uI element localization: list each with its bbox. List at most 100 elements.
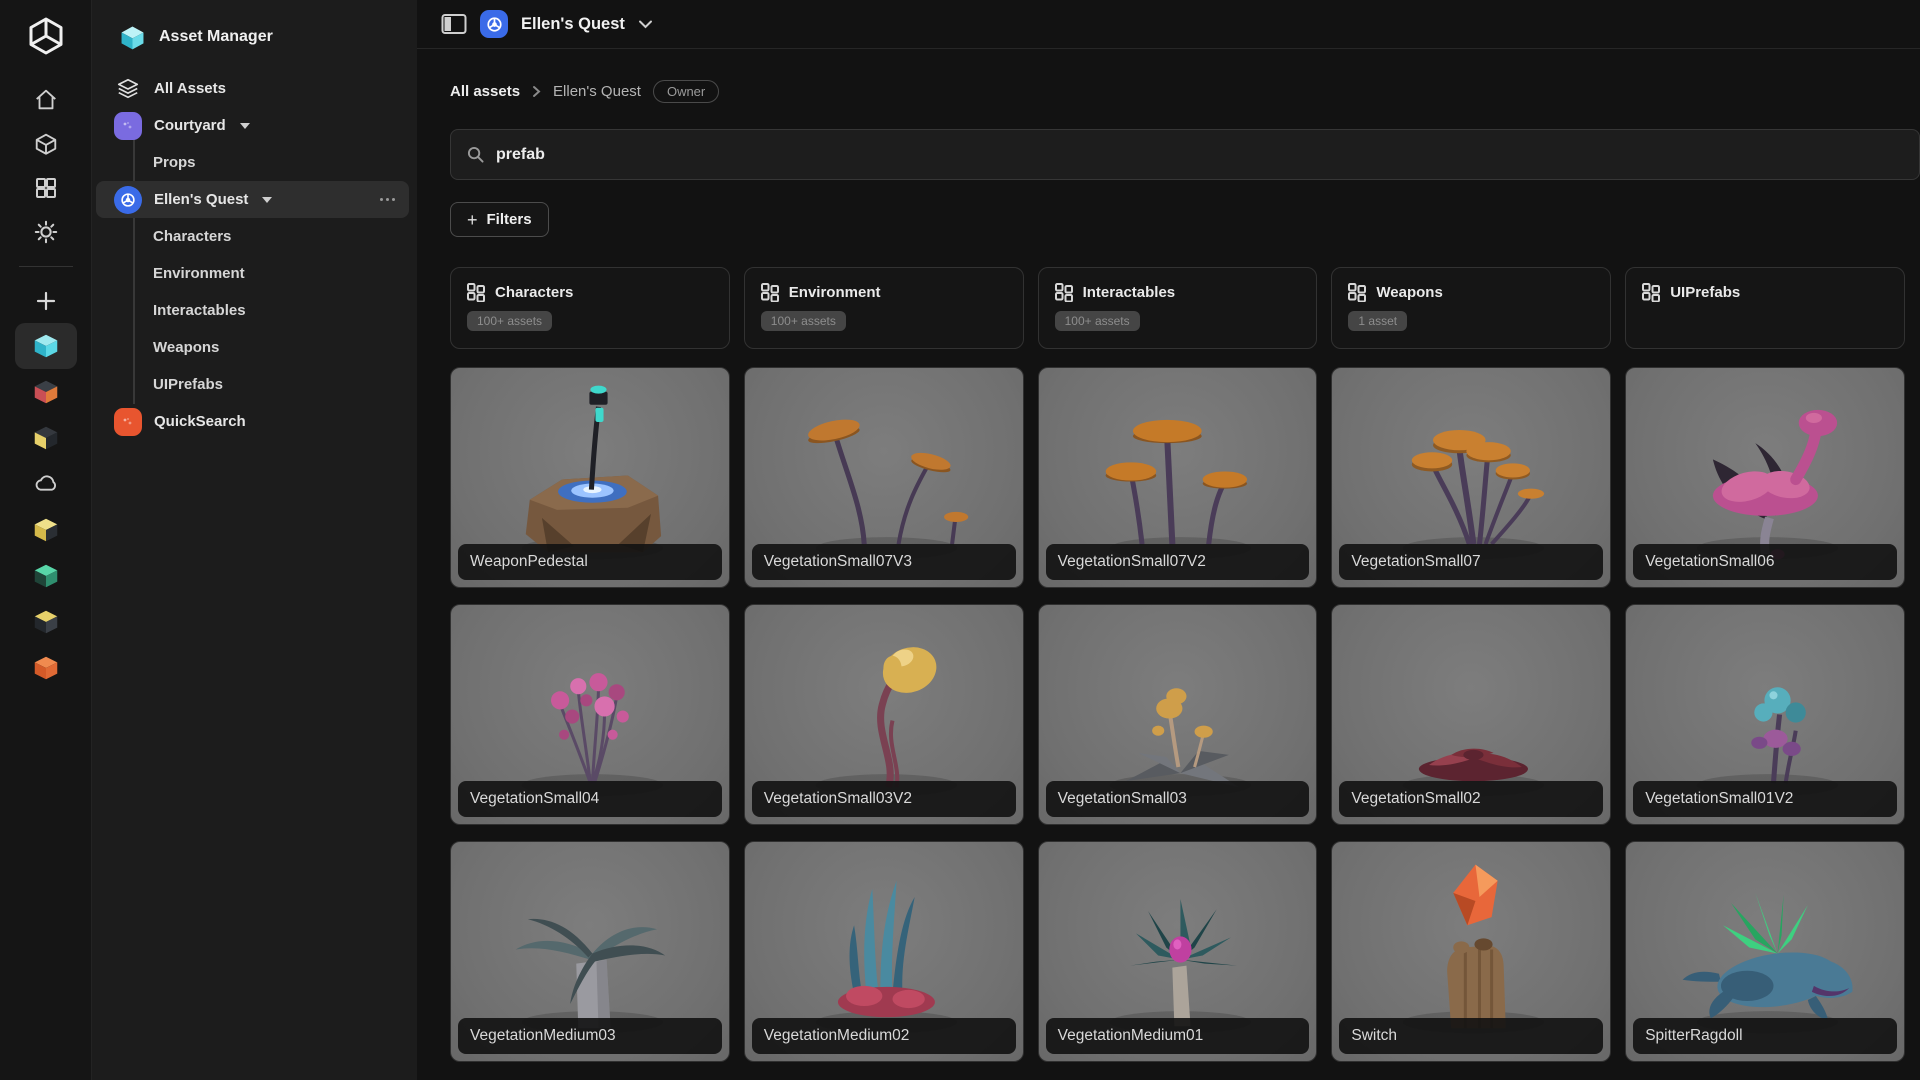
asset-name: VegetationSmall06: [1633, 544, 1897, 580]
asset-name: VegetationSmall03: [1045, 781, 1310, 817]
collection-card-environment[interactable]: Environment 100+ assets: [743, 267, 1024, 349]
project-cube-icon[interactable]: [15, 369, 77, 415]
asset-name: VegetationSmall01V2: [1633, 781, 1897, 817]
project-cube-icon[interactable]: [15, 599, 77, 645]
global-nav-rail: [0, 0, 92, 1080]
sidebar-item-label: All Assets: [154, 80, 226, 97]
sidebar-item-courtyard[interactable]: Courtyard: [92, 107, 417, 144]
filters-label: Filters: [486, 211, 532, 228]
sidebar-item-interactables[interactable]: Interactables: [92, 292, 417, 329]
collection-label: Environment: [788, 283, 881, 301]
asset-tile[interactable]: VegetationSmall03V2: [743, 604, 1024, 825]
asset-tile[interactable]: VegetationMedium03: [450, 841, 730, 1062]
breadcrumb-all-assets[interactable]: All assets: [450, 83, 520, 100]
sidebar-item-label: Courtyard: [154, 117, 226, 134]
sidebar-item-label: Characters: [153, 228, 232, 245]
search-bar: [450, 129, 1920, 180]
project-cube-icon[interactable]: [15, 415, 77, 461]
content: All assets Ellen's Quest Owner + Filters…: [417, 49, 1920, 1062]
project-avatar: [114, 111, 142, 140]
category-grid-icon: [467, 283, 485, 302]
asset-grid: WeaponPedestal VegetationSmall07V3 Veget…: [450, 367, 1905, 1062]
asset-tile[interactable]: VegetationSmall07V3: [743, 367, 1024, 588]
asset-tile[interactable]: VegetationSmall07V2: [1037, 367, 1318, 588]
sidebar-item-characters[interactable]: Characters: [92, 218, 417, 255]
sidebar-item-label: Ellen's Quest: [154, 191, 249, 208]
sidebar-item-label: Weapons: [153, 339, 220, 356]
plus-icon: +: [467, 209, 478, 230]
asset-tile[interactable]: VegetationMedium01: [1037, 841, 1318, 1062]
asset-name: SpitterRagdoll: [1633, 1018, 1897, 1054]
project-avatar: [114, 407, 142, 436]
asset-count-badge: 100+ assets: [467, 311, 553, 331]
asset-tile[interactable]: VegetationSmall07: [1331, 367, 1612, 588]
category-grid-icon: [1054, 283, 1073, 302]
dashboard-grid-icon[interactable]: [24, 168, 68, 208]
collection-card-characters[interactable]: Characters 100+ assets: [450, 267, 730, 349]
asset-manager-icon: [118, 23, 146, 51]
collection-card-weapons[interactable]: Weapons 1 asset: [1331, 267, 1612, 349]
layers-icon: [114, 75, 142, 103]
asset-name: WeaponPedestal: [458, 544, 722, 580]
asset-tile[interactable]: VegetationSmall06: [1625, 367, 1905, 588]
asset-name: VegetationSmall07V2: [1045, 544, 1310, 580]
sidebar-item-all-assets[interactable]: All Assets: [92, 70, 417, 107]
search-icon: [467, 146, 484, 163]
project-cube-icon[interactable]: [15, 553, 77, 599]
sidebar-item-label: UIPrefabs: [153, 376, 224, 393]
chevron-down-icon: [262, 196, 273, 203]
chevron-right-icon: [533, 85, 541, 97]
collection-card-row: Characters 100+ assets Environment 100+ a…: [450, 267, 1905, 349]
collapse-sidebar-icon[interactable]: [441, 13, 467, 35]
search-input[interactable]: [496, 145, 1696, 164]
sidebar-item-quicksearch[interactable]: QuickSearch: [92, 403, 417, 440]
sidebar-item-environment[interactable]: Environment: [92, 255, 417, 292]
breadcrumb: All assets Ellen's Quest Owner: [450, 79, 1920, 103]
add-project-icon[interactable]: [24, 281, 68, 321]
main-area: Ellen's Quest All assets Ellen's Quest O…: [417, 0, 1920, 1080]
project-switcher[interactable]: Ellen's Quest: [521, 15, 625, 34]
rail-project-list: [14, 323, 77, 691]
category-grid-icon: [1642, 283, 1661, 302]
category-grid-icon: [1348, 283, 1367, 302]
home-icon[interactable]: [24, 80, 68, 120]
app-title: Asset Manager: [159, 28, 273, 45]
project-cube-icon[interactable]: [15, 507, 77, 553]
collection-card-interactables[interactable]: Interactables 100+ assets: [1037, 267, 1318, 349]
rail-divider: [18, 266, 73, 267]
project-cube-icon[interactable]: [14, 323, 77, 369]
project-chip-icon[interactable]: [480, 10, 508, 38]
sidebar-item-uiprefabs[interactable]: UIPrefabs: [92, 366, 417, 403]
unity-logo-icon: [23, 14, 69, 60]
asset-name: VegetationMedium01: [1045, 1018, 1310, 1054]
asset-tile[interactable]: SpitterRagdoll: [1625, 841, 1905, 1062]
sidebar-item-props[interactable]: Props: [92, 144, 417, 181]
asset-tile[interactable]: VegetationSmall04: [450, 604, 730, 825]
asset-name: VegetationMedium03: [458, 1018, 722, 1054]
asset-tile[interactable]: Switch: [1331, 841, 1612, 1062]
more-options-icon[interactable]: [380, 198, 395, 201]
asset-tile[interactable]: WeaponPedestal: [450, 367, 730, 588]
asset-name: VegetationSmall07: [1339, 544, 1604, 580]
asset-count-badge: 1 asset: [1348, 311, 1408, 331]
assets-cube-icon[interactable]: [24, 124, 68, 164]
chevron-down-icon[interactable]: [638, 19, 653, 29]
project-avatar: [114, 185, 142, 214]
asset-tile[interactable]: VegetationSmall01V2: [1625, 604, 1905, 825]
asset-tile[interactable]: VegetationSmall03: [1037, 604, 1318, 825]
project-cube-icon[interactable]: [15, 645, 77, 691]
asset-tile[interactable]: VegetationSmall02: [1331, 604, 1612, 825]
sidebar-item-label: QuickSearch: [154, 413, 246, 430]
asset-tile[interactable]: VegetationMedium02: [743, 841, 1024, 1062]
collection-card-uiprefabs[interactable]: UIPrefabs: [1625, 267, 1905, 349]
asset-name: VegetationSmall03V2: [751, 781, 1016, 817]
category-grid-icon: [760, 283, 779, 302]
sidebar-item-weapons[interactable]: Weapons: [92, 329, 417, 366]
sidebar-item-ellen-s-quest[interactable]: Ellen's Quest: [96, 181, 409, 218]
settings-gear-icon[interactable]: [24, 212, 68, 252]
asset-name: Switch: [1339, 1018, 1604, 1054]
sidebar: Asset Manager All Assets Courtyard Props …: [92, 0, 417, 1080]
filters-button[interactable]: + Filters: [450, 202, 549, 237]
project-cloud-icon[interactable]: [15, 461, 77, 507]
collection-label: UIPrefabs: [1670, 283, 1741, 301]
